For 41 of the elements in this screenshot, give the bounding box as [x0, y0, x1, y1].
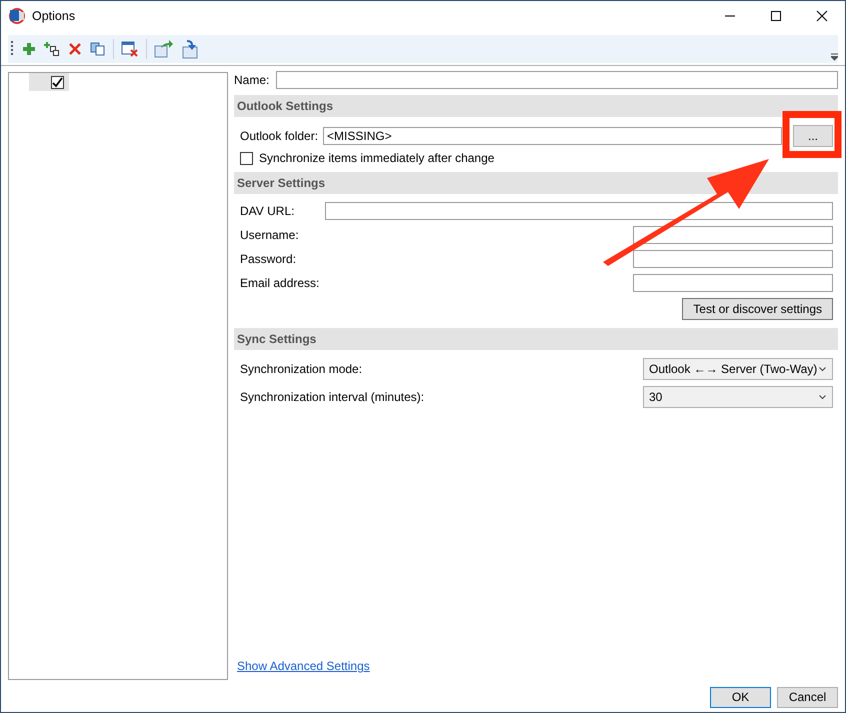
- field-label: Password:: [240, 252, 298, 266]
- dropdown[interactable]: 30: [643, 386, 833, 408]
- tree-item[interactable]: [29, 73, 69, 91]
- dialog-button[interactable]: Cancel: [777, 686, 838, 708]
- field-label: Username:: [240, 228, 300, 242]
- section-header: Sync Settings: [234, 328, 838, 350]
- browse-button[interactable]: ...: [793, 125, 833, 147]
- add-multiple-icon[interactable]: [44, 41, 60, 57]
- section-header: Server Settings: [234, 172, 838, 194]
- checkbox[interactable]: [240, 152, 253, 164]
- highlight-frame: [782, 111, 842, 158]
- export-icon[interactable]: [154, 40, 174, 58]
- chevron-icon: [819, 366, 826, 372]
- checkbox-label: Synchronize items immediately after change: [259, 151, 494, 165]
- chevron-icon: [819, 394, 826, 400]
- dropdown[interactable]: Outlook ←→ Server (Two-Way): [643, 358, 833, 380]
- checkbox[interactable]: [51, 76, 64, 88]
- name-label: Name:: [234, 73, 270, 87]
- field-label: Synchronization mode:: [240, 362, 362, 376]
- test-settings-button[interactable]: Test or discover settings: [682, 298, 833, 320]
- input-field[interactable]: [325, 202, 833, 220]
- name-field[interactable]: [276, 71, 838, 89]
- delete-icon[interactable]: [67, 41, 83, 57]
- field-label: DAV URL:: [240, 204, 296, 218]
- app-icon: [9, 8, 25, 24]
- outlook-folder-label: Outlook folder:: [240, 129, 318, 143]
- section-header: Outlook Settings: [234, 95, 838, 117]
- field-label: Email address:: [240, 276, 320, 290]
- add-icon[interactable]: [21, 41, 37, 57]
- input-field[interactable]: [633, 250, 833, 268]
- input-field[interactable]: [633, 274, 833, 292]
- input-field[interactable]: [633, 226, 833, 244]
- outlook-folder-field[interactable]: <MISSING>: [323, 127, 782, 145]
- overflow-icon[interactable]: [831, 53, 838, 61]
- advanced-settings-link[interactable]: Show Advanced Settings: [237, 659, 370, 673]
- copy-icon[interactable]: [90, 41, 106, 57]
- clear-icon[interactable]: [121, 41, 139, 57]
- dialog-button[interactable]: OK: [710, 686, 771, 708]
- window-title: Options: [32, 9, 76, 23]
- field-label: Synchronization interval (minutes):: [240, 390, 424, 404]
- grip-icon: [11, 40, 14, 58]
